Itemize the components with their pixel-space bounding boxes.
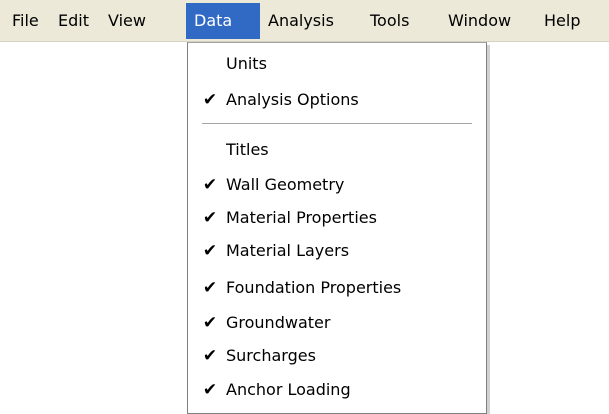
check-icon: ✔: [202, 208, 218, 228]
menu-analysis[interactable]: Analysis: [260, 3, 362, 39]
menu-item-analysis-options-label: Analysis Options: [226, 90, 359, 109]
menu-item-wall-geometry[interactable]: ✔ Wall Geometry: [188, 168, 486, 202]
menu-item-groundwater-label: Groundwater: [226, 313, 331, 332]
check-icon: ✔: [202, 380, 218, 400]
menu-view[interactable]: View: [100, 3, 186, 39]
menu-item-groundwater[interactable]: ✔ Groundwater: [188, 306, 486, 340]
check-icon: ✔: [202, 90, 218, 110]
menu-tools[interactable]: Tools: [362, 3, 440, 39]
menu-window[interactable]: Window: [440, 3, 536, 39]
menu-help[interactable]: Help: [536, 3, 596, 39]
menu-window-label: Window: [448, 11, 512, 30]
menu-tools-label: Tools: [370, 11, 410, 30]
menu-item-wall-geometry-label: Wall Geometry: [226, 175, 345, 194]
check-icon: ✔: [202, 278, 218, 298]
menu-separator: [202, 123, 472, 125]
menu-item-titles[interactable]: Titles: [188, 133, 486, 167]
menu-item-anchor-loading[interactable]: ✔ Anchor Loading: [188, 373, 486, 407]
check-icon: ✔: [202, 175, 218, 195]
menu-analysis-label: Analysis: [268, 11, 334, 30]
menu-item-material-layers-label: Material Layers: [226, 241, 350, 260]
menu-file-label: File: [12, 11, 39, 30]
menu-item-units-label: Units: [226, 54, 267, 73]
menu-edit-label: Edit: [58, 11, 89, 30]
menu-item-material-layers[interactable]: ✔ Material Layers: [188, 234, 486, 268]
menu-item-foundation-properties-label: Foundation Properties: [226, 278, 402, 297]
data-menu-dropdown: Units ✔ Analysis Options Titles ✔ Wall G…: [187, 42, 487, 414]
menu-view-label: View: [108, 11, 146, 30]
check-icon: ✔: [202, 241, 218, 261]
check-icon: ✔: [202, 313, 218, 333]
menu-item-material-properties-label: Material Properties: [226, 208, 377, 227]
menu-item-analysis-options[interactable]: ✔ Analysis Options: [188, 83, 486, 117]
menu-item-surcharges-label: Surcharges: [226, 346, 316, 365]
menu-item-units[interactable]: Units: [188, 47, 486, 81]
menu-edit[interactable]: Edit: [50, 3, 100, 39]
check-icon: ✔: [202, 346, 218, 366]
menu-item-anchor-loading-label: Anchor Loading: [226, 380, 351, 399]
menu-file[interactable]: File: [4, 3, 50, 39]
menu-help-label: Help: [544, 11, 581, 30]
menu-bar: File Edit View Data Analysis Tools Windo…: [0, 0, 609, 42]
menu-item-titles-label: Titles: [226, 140, 269, 159]
menu-data-label: Data: [194, 11, 233, 30]
menu-item-foundation-properties[interactable]: ✔ Foundation Properties: [188, 271, 486, 305]
menu-item-surcharges[interactable]: ✔ Surcharges: [188, 339, 486, 373]
menu-data[interactable]: Data: [186, 3, 260, 39]
menu-item-material-properties[interactable]: ✔ Material Properties: [188, 201, 486, 235]
